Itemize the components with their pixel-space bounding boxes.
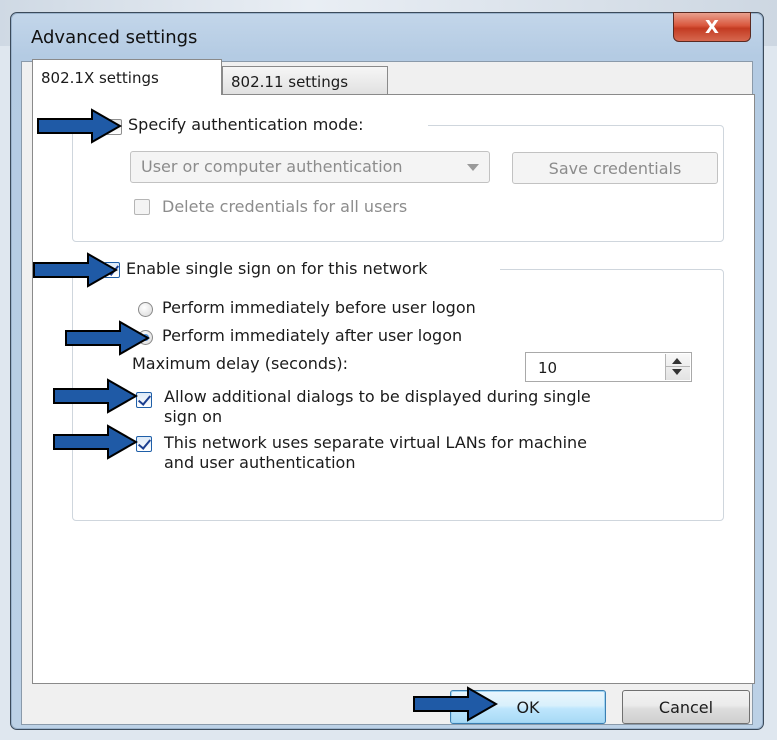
spin-up-icon[interactable] xyxy=(672,358,682,364)
perform-before-logon-radio[interactable] xyxy=(138,302,153,317)
arrow-right-icon xyxy=(65,320,150,356)
arrow-right-icon xyxy=(33,252,118,288)
max-delay-value: 10 xyxy=(538,359,558,377)
allow-dialogs-line-1: Allow additional dialogs to be displayed… xyxy=(164,387,591,406)
arrow-right-icon xyxy=(413,686,498,722)
max-delay-spinbox[interactable]: 10 xyxy=(525,352,692,382)
authentication-mode-select[interactable]: User or computer authentication xyxy=(130,151,490,183)
separate-vlans-label: This network uses separate virtual LANs … xyxy=(164,433,587,473)
spin-buttons[interactable] xyxy=(665,354,690,380)
spin-down-icon[interactable] xyxy=(672,369,682,375)
save-credentials-button[interactable]: Save credentials xyxy=(512,152,718,184)
arrow-right-icon xyxy=(53,424,138,460)
enable-sso-label: Enable single sign on for this network xyxy=(126,259,428,278)
separate-vlans-checkbox[interactable] xyxy=(136,436,152,452)
delete-credentials-label: Delete credentials for all users xyxy=(162,197,408,216)
allow-additional-dialogs-label: Allow additional dialogs to be displayed… xyxy=(164,387,591,427)
close-icon: X xyxy=(705,16,719,38)
perform-before-logon-label: Perform immediately before user logon xyxy=(162,298,476,317)
chevron-down-icon xyxy=(467,164,479,171)
authentication-mode-value: User or computer authentication xyxy=(141,157,403,176)
allow-dialogs-line-2: sign on xyxy=(164,407,223,426)
vlan-line-2: and user authentication xyxy=(164,453,356,472)
close-button[interactable]: X xyxy=(673,12,751,42)
arrow-right-icon xyxy=(53,378,138,414)
arrow-right-icon xyxy=(37,108,122,144)
perform-after-logon-label: Perform immediately after user logon xyxy=(162,326,463,345)
cancel-button[interactable]: Cancel xyxy=(622,690,750,724)
max-delay-label: Maximum delay (seconds): xyxy=(132,354,348,373)
specify-auth-mode-label: Specify authentication mode: xyxy=(128,115,364,134)
delete-credentials-checkbox[interactable] xyxy=(134,199,150,215)
tab-802-1x-settings[interactable]: 802.1X settings xyxy=(32,59,222,95)
dialog-title: Advanced settings xyxy=(31,27,198,48)
vlan-line-1: This network uses separate virtual LANs … xyxy=(164,433,588,452)
allow-additional-dialogs-checkbox[interactable] xyxy=(136,392,152,408)
spin-divider xyxy=(666,366,690,367)
